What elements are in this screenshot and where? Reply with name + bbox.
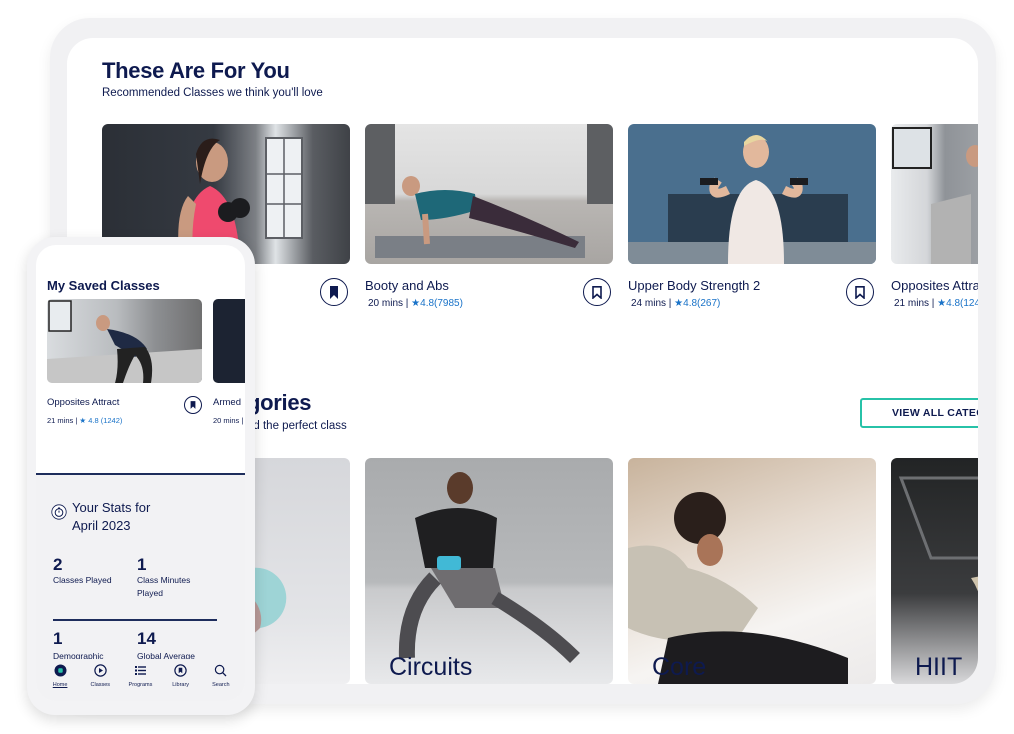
nav-label: Search bbox=[212, 682, 230, 688]
phone-screen: My Saved Classes Opposites Attract 21 mi… bbox=[36, 245, 245, 701]
search-icon bbox=[215, 664, 227, 676]
saved-class-title[interactable]: Opposites Attract bbox=[47, 397, 119, 408]
stopwatch-icon bbox=[51, 504, 67, 520]
saved-classes-title: My Saved Classes bbox=[47, 278, 160, 293]
recommended-subtitle: Recommended Classes we think you'll love bbox=[102, 87, 323, 99]
nav-label: Library bbox=[172, 682, 190, 688]
bookmark-button[interactable] bbox=[846, 278, 874, 306]
class-thumbnail[interactable] bbox=[365, 124, 613, 264]
category-tile[interactable]: Core bbox=[628, 458, 876, 684]
category-label: Core bbox=[652, 653, 707, 681]
bookmark-circle-icon bbox=[174, 663, 187, 677]
bookmark-outline-icon bbox=[592, 285, 602, 299]
class-rating: ★4.8(124 bbox=[937, 298, 978, 309]
class-title[interactable]: Opposites Attra bbox=[891, 278, 978, 293]
nav-library[interactable]: Library bbox=[161, 659, 201, 701]
stat-label: Classes Played bbox=[53, 575, 112, 585]
play-circle-icon bbox=[94, 663, 107, 677]
class-thumbnail[interactable] bbox=[891, 124, 978, 264]
stats-divider bbox=[53, 619, 217, 621]
class-meta: 20 mins | ★4.8(7985) bbox=[368, 298, 463, 309]
categories-subtitle: nd the perfect class bbox=[247, 420, 347, 432]
nav-home[interactable]: Home bbox=[40, 659, 80, 701]
class-thumbnail[interactable] bbox=[628, 124, 876, 264]
category-tile[interactable]: HIIT bbox=[891, 458, 978, 684]
saved-class-title[interactable]: Armed bbox=[213, 397, 241, 408]
category-tile[interactable]: Circuits bbox=[365, 458, 613, 684]
bookmark-button[interactable] bbox=[583, 278, 611, 306]
stats-title-line1: Your Stats for bbox=[72, 500, 151, 515]
list-icon bbox=[134, 665, 146, 675]
class-title[interactable]: Booty and Abs bbox=[365, 278, 449, 293]
bookmark-filled-icon bbox=[330, 285, 338, 299]
saved-bookmark-button[interactable] bbox=[184, 396, 202, 414]
view-all-categories-button[interactable]: VIEW ALL CATEGORIES bbox=[860, 398, 978, 428]
recommended-title: These Are For You bbox=[102, 58, 290, 83]
stat-value: 2 bbox=[53, 555, 63, 574]
saved-class-thumbnail[interactable] bbox=[47, 299, 202, 383]
class-duration: 21 mins | bbox=[894, 298, 935, 309]
class-rating: ★4.8(267) bbox=[674, 298, 721, 309]
stats-title: Your Stats for April 2023 bbox=[72, 499, 150, 535]
stats-title-line2: April 2023 bbox=[72, 518, 131, 533]
nav-classes[interactable]: Classes bbox=[80, 659, 120, 701]
bottom-nav: Home Classes Programs Library Search bbox=[36, 659, 245, 701]
class-title[interactable]: Upper Body Strength 2 bbox=[628, 278, 760, 293]
category-label: HIIT bbox=[915, 653, 963, 681]
bookmark-outline-icon bbox=[855, 285, 865, 299]
class-duration: 20 mins | bbox=[368, 298, 409, 309]
category-label: Circuits bbox=[389, 653, 473, 681]
nav-programs[interactable]: Programs bbox=[120, 659, 160, 701]
home-icon bbox=[54, 664, 67, 676]
class-rating: ★4.8(7985) bbox=[411, 298, 463, 309]
stat-value: 1 bbox=[137, 555, 147, 574]
nav-label: Home bbox=[52, 682, 68, 688]
nav-label: Classes bbox=[90, 682, 111, 688]
saved-class-meta: 21 mins | ★ 4.8 (1242) bbox=[47, 416, 122, 425]
nav-label: Programs bbox=[128, 682, 153, 688]
stat-value: 1 bbox=[53, 629, 63, 648]
stats-panel: Your Stats for April 2023 2 Classes Play… bbox=[36, 473, 245, 701]
stat-label: Class Minutes Played bbox=[137, 575, 191, 598]
stat-value: 14 bbox=[137, 629, 156, 648]
bookmark-button[interactable] bbox=[320, 278, 348, 306]
class-duration: 24 mins | bbox=[631, 298, 672, 309]
class-meta: 21 mins | ★4.8(124 bbox=[894, 298, 978, 309]
bookmark-filled-icon bbox=[190, 401, 196, 409]
categories-title: gories bbox=[247, 390, 312, 415]
saved-class-rating: ★ 4.8 (1242) bbox=[79, 416, 123, 425]
saved-class-thumbnail[interactable] bbox=[213, 299, 245, 383]
saved-class-duration: 21 mins | bbox=[47, 416, 78, 425]
class-meta: 24 mins | ★4.8(267) bbox=[631, 298, 720, 309]
saved-class-meta: 20 mins | bbox=[213, 416, 243, 425]
nav-search[interactable]: Search bbox=[201, 659, 241, 701]
saved-class-duration: 20 mins | bbox=[213, 416, 244, 425]
